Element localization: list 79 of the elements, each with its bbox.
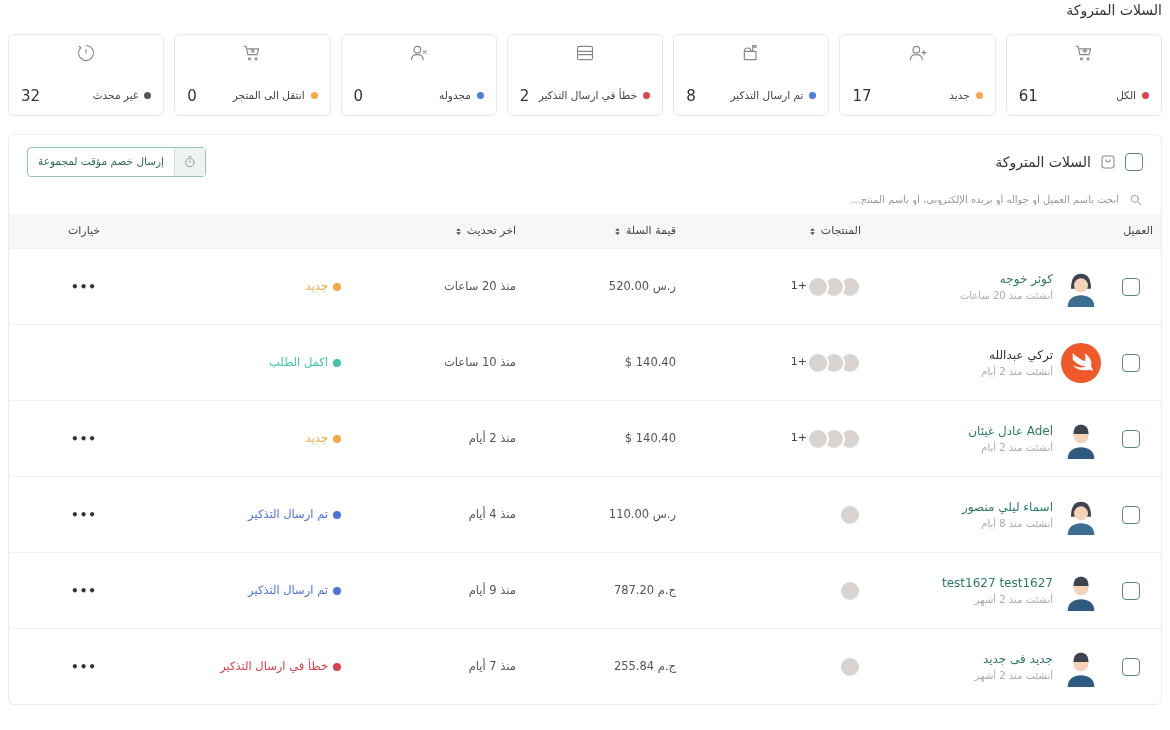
cart-value: $ 140.40 xyxy=(624,431,676,446)
row-checkbox[interactable] xyxy=(1122,353,1140,372)
sort-icon xyxy=(453,225,463,237)
more-products-count: +1 xyxy=(790,278,807,295)
customer-name: تركي عبدالله xyxy=(988,347,1053,364)
stat-count: 8 xyxy=(686,85,696,107)
cart-value: 520.00 ر.س xyxy=(608,279,676,294)
timer-icon xyxy=(183,155,198,169)
last-update: منذ 2 أيام xyxy=(468,431,516,446)
last-update: منذ 9 أيام xyxy=(468,583,516,598)
sort-icon xyxy=(807,225,817,237)
search-icon xyxy=(1129,192,1143,207)
stat-count: 2 xyxy=(519,85,530,107)
timer-icon xyxy=(76,43,97,63)
status-label: تم ارسال التذكير xyxy=(248,505,328,523)
created-time: أنشئت منذ 2 أشهر xyxy=(973,592,1053,607)
stat-label: انتقل الى المتجر xyxy=(232,87,305,104)
archive-box-icon xyxy=(575,43,595,63)
stat-label: تم ارسال التذكير xyxy=(730,87,804,104)
page-title: السلات المتروكة xyxy=(1065,1,1162,20)
row-checkbox[interactable] xyxy=(1122,657,1140,676)
column-heading[interactable]: قيمة السلة xyxy=(516,222,676,240)
customer-name-link[interactable]: جديد فى جديد xyxy=(974,650,1053,668)
status-label: خطأ في ارسال التذكير xyxy=(220,657,328,675)
row-checkbox[interactable] xyxy=(1122,429,1140,448)
user-remove-icon xyxy=(408,43,429,63)
column-heading[interactable]: اخر تحديث xyxy=(341,222,516,240)
row-checkbox[interactable] xyxy=(1122,505,1140,524)
panel-title: السلات المتروكة xyxy=(995,152,1091,173)
customer-name-link[interactable]: كوثر خوجه xyxy=(959,270,1053,288)
user-plus-icon xyxy=(907,43,928,63)
stat-label: غير محدث xyxy=(92,87,139,104)
options-menu[interactable]: ••• xyxy=(71,581,97,600)
status-label: اكمل الطلب xyxy=(269,353,328,371)
more-products-count: +1 xyxy=(790,430,807,447)
created-time: أنشئت منذ 8 أيام xyxy=(980,516,1053,531)
stat-count: 0 xyxy=(353,85,364,107)
last-update: منذ 20 ساعات xyxy=(444,279,516,294)
column-heading: العميل xyxy=(1122,222,1154,239)
stat-label: خطأ في ارسال التذكير xyxy=(538,87,638,104)
options-menu[interactable]: ••• xyxy=(71,277,97,296)
last-update: منذ 10 ساعات xyxy=(444,355,516,370)
stat-count: 32 xyxy=(21,85,41,107)
status-label: تم ارسال التذكير xyxy=(248,581,328,599)
stat-label: مجدوله xyxy=(439,87,471,104)
stat-count: 61 xyxy=(1018,85,1038,107)
stat-label: الكل xyxy=(1116,87,1136,103)
bird-logo-avatar xyxy=(1061,342,1101,383)
row-checkbox[interactable] xyxy=(1122,581,1140,600)
select-all-checkbox[interactable] xyxy=(1125,153,1143,171)
status-label: جديد xyxy=(305,277,328,295)
customer-name-link[interactable]: Adel عادل غيثان xyxy=(968,422,1053,440)
options-menu[interactable]: ••• xyxy=(71,657,97,676)
cart-plus-icon xyxy=(1073,43,1094,63)
bag-icon xyxy=(1099,153,1117,171)
column-heading[interactable]: المنتجات xyxy=(676,222,861,240)
customer-name-link[interactable]: اسماء ليلي منصور xyxy=(962,498,1053,516)
status-label: جديد xyxy=(305,429,328,447)
cart-value: 255.84 ج.م xyxy=(613,659,676,674)
last-update: منذ 4 أيام xyxy=(468,507,516,522)
more-products-count: +1 xyxy=(790,354,807,371)
send-discount-button[interactable]: إرسال خصم مؤقت لمجموعة xyxy=(27,147,207,177)
column-heading: خيارات xyxy=(66,222,102,239)
options-menu[interactable]: ••• xyxy=(71,505,97,524)
stat-label: جديد xyxy=(949,87,970,103)
last-update: منذ 7 أيام xyxy=(468,659,516,674)
created-time: أنشئت منذ 2 أيام xyxy=(980,440,1053,455)
row-checkbox[interactable] xyxy=(1122,277,1140,296)
created-time: أنشئت منذ 20 ساعات xyxy=(959,288,1053,303)
stat-count: 17 xyxy=(852,85,872,107)
cart-value: 110.00 ر.س xyxy=(608,507,676,522)
stat-count: 0 xyxy=(187,85,197,107)
cart-value: $ 140.40 xyxy=(624,355,676,370)
customer-name-link[interactable]: test1627 test1627 xyxy=(942,574,1053,592)
cart-value: 787.20 ج.م xyxy=(613,583,676,598)
created-time: أنشئت منذ 2 أشهر xyxy=(974,668,1053,683)
options-menu[interactable]: ••• xyxy=(71,429,97,448)
created-time: أنشئت منذ 2 أيام xyxy=(981,364,1053,379)
sort-icon xyxy=(612,225,622,237)
